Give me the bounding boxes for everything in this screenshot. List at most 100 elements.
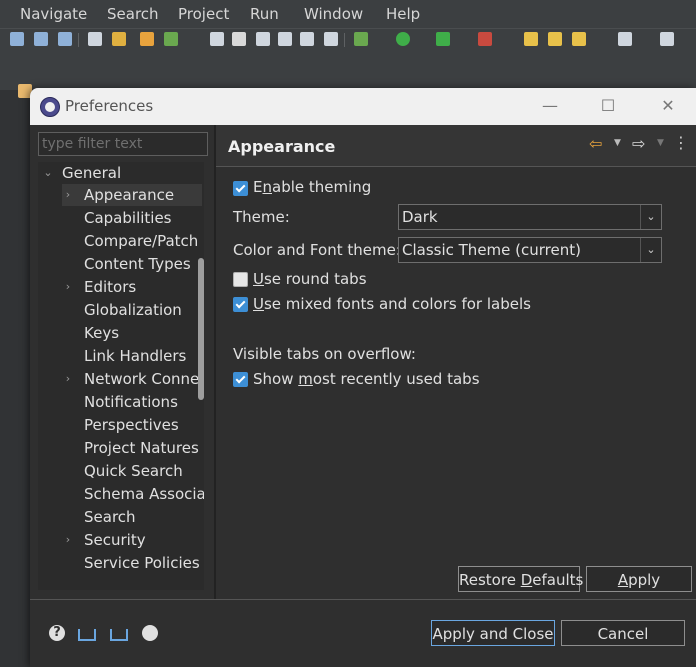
forward-arrow-icon[interactable]: ⇨: [632, 134, 645, 153]
tree-node-label: Appearance: [84, 186, 175, 204]
tree-node[interactable]: Compare/Patch: [62, 230, 202, 252]
toolbar-separator: [344, 33, 345, 47]
step-over-icon[interactable]: [34, 32, 48, 46]
show-mru-tabs-checkbox[interactable]: [233, 372, 248, 387]
tree-node[interactable]: Perspectives: [62, 414, 202, 436]
restore-defaults-button[interactable]: Restore Defaults: [458, 566, 583, 592]
open-folder-icon[interactable]: [524, 32, 538, 46]
tree-node-label: Content Types: [84, 255, 191, 273]
menu-window[interactable]: Window: [304, 5, 363, 23]
run-last-tool-icon[interactable]: [436, 32, 450, 46]
tree-expanded-icon[interactable]: ⌄: [42, 162, 54, 184]
color-font-theme-combo[interactable]: Classic Theme (current) ⌄: [398, 237, 662, 263]
tree-node[interactable]: Link Handlers: [62, 345, 202, 367]
ide-menubar: Navigate Search Project Run Window Help: [0, 0, 696, 28]
theme-combo[interactable]: Dark ⌄: [398, 204, 662, 230]
minimize-button[interactable]: —: [530, 92, 570, 120]
step-into-icon[interactable]: [10, 32, 24, 46]
view-menu-icon[interactable]: ⋮: [673, 133, 689, 152]
pen-icon[interactable]: [572, 32, 586, 46]
cancel-button[interactable]: Cancel: [561, 620, 685, 646]
tree-node-label: Quick Search: [84, 462, 183, 480]
coverage-icon[interactable]: [478, 32, 492, 46]
show-whitespace-icon[interactable]: [324, 32, 338, 46]
tree-node-label: Perspectives: [84, 416, 179, 434]
import-icon[interactable]: [78, 629, 96, 641]
back-dropdown-icon[interactable]: ▼: [614, 138, 621, 148]
filter-input[interactable]: [38, 132, 208, 156]
tree-node-general[interactable]: ⌄ General: [42, 162, 202, 184]
debug-icon[interactable]: [354, 32, 368, 46]
open-task-icon[interactable]: [256, 32, 270, 46]
close-button[interactable]: ✕: [648, 92, 688, 120]
tree-node[interactable]: Project Natures: [62, 437, 202, 459]
tree-node[interactable]: Quick Search: [62, 460, 202, 482]
oomph-preference-recorder-icon[interactable]: [142, 625, 158, 641]
use-mixed-fonts-checkbox[interactable]: [233, 297, 248, 312]
menu-search[interactable]: Search: [107, 5, 159, 23]
tree-collapsed-icon[interactable]: ›: [62, 276, 74, 298]
apply-and-close-button[interactable]: Apply and Close: [431, 620, 555, 646]
run-icon[interactable]: [396, 32, 410, 46]
block-selection-icon[interactable]: [300, 32, 314, 46]
drop-to-frame-icon[interactable]: [112, 32, 126, 46]
tree-node[interactable]: Capabilities: [62, 207, 202, 229]
use-round-tabs-checkbox[interactable]: [233, 272, 248, 287]
tree-page-sash[interactable]: [214, 125, 216, 599]
color-font-theme-combo-value: Classic Theme (current): [402, 241, 581, 259]
new-java-class-icon[interactable]: [164, 32, 178, 46]
menu-help[interactable]: Help: [386, 5, 420, 23]
tree-node-label: Globalization: [84, 301, 182, 319]
tree-node[interactable]: › Network Connections: [62, 368, 204, 390]
menu-navigate[interactable]: Navigate: [20, 5, 87, 23]
tree-vertical-scrollbar[interactable]: [198, 258, 204, 400]
tree-node[interactable]: Notifications: [62, 391, 202, 413]
tree-node[interactable]: Search: [62, 506, 202, 528]
theme-combo-value: Dark: [402, 208, 438, 226]
step-return-icon[interactable]: [58, 32, 72, 46]
next-annotation-icon[interactable]: [618, 32, 632, 46]
toggle-mark-occurrences-icon[interactable]: [278, 32, 292, 46]
menu-project[interactable]: Project: [178, 5, 229, 23]
tree-node[interactable]: Service Policies: [62, 552, 202, 574]
tree-node[interactable]: Content Types: [62, 253, 202, 275]
preferences-tree: ⌄ General › Appearance Capabilities Compare…: [38, 162, 204, 590]
search-tool-icon[interactable]: [232, 32, 246, 46]
menu-run[interactable]: Run: [250, 5, 279, 23]
back-arrow-icon[interactable]: ⇦: [589, 134, 602, 153]
export-icon[interactable]: [110, 629, 128, 641]
tree-collapsed-icon[interactable]: ›: [62, 529, 74, 551]
tree-node-label: Link Handlers: [84, 347, 187, 365]
tree-node-label: Schema Associations: [84, 485, 204, 503]
tree-collapsed-icon[interactable]: ›: [62, 368, 74, 390]
tree-node[interactable]: Schema Associations: [62, 483, 204, 505]
open-project-icon[interactable]: [548, 32, 562, 46]
tree-node[interactable]: Keys: [62, 322, 202, 344]
toolbar-separator: [78, 33, 79, 47]
chevron-down-icon[interactable]: ⌄: [640, 205, 661, 229]
maximize-button[interactable]: ☐: [588, 92, 628, 120]
tree-node-label: Keys: [84, 324, 120, 342]
ide-left-panel: [0, 90, 30, 667]
ide-perspective-strip: [0, 52, 696, 90]
tree-node[interactable]: › Appearance: [62, 184, 202, 206]
help-icon[interactable]: ?: [49, 625, 65, 641]
dialog-titlebar: Preferences — ☐ ✕: [30, 88, 696, 125]
apply-button[interactable]: Apply: [586, 566, 692, 592]
chevron-down-icon[interactable]: ⌄: [640, 238, 661, 262]
ide-toolbar: [0, 28, 696, 53]
tree-collapsed-icon[interactable]: ›: [62, 184, 74, 206]
new-java-project-icon[interactable]: [140, 32, 154, 46]
tree-node-label: Project Natures: [84, 439, 199, 457]
open-type-icon[interactable]: [210, 32, 224, 46]
forward-dropdown-icon[interactable]: ▼: [657, 138, 664, 148]
tree-node-label: Compare/Patch: [84, 232, 199, 250]
tree-node-label: Capabilities: [84, 209, 172, 227]
tree-node[interactable]: › Editors: [62, 276, 202, 298]
tree-node[interactable]: Globalization: [62, 299, 202, 321]
prev-annotation-icon[interactable]: [660, 32, 674, 46]
tree-node[interactable]: › Security: [62, 529, 202, 551]
use-step-filters-icon[interactable]: [88, 32, 102, 46]
enable-theming-checkbox[interactable]: [233, 181, 248, 196]
tree-node-label: General: [62, 164, 122, 182]
